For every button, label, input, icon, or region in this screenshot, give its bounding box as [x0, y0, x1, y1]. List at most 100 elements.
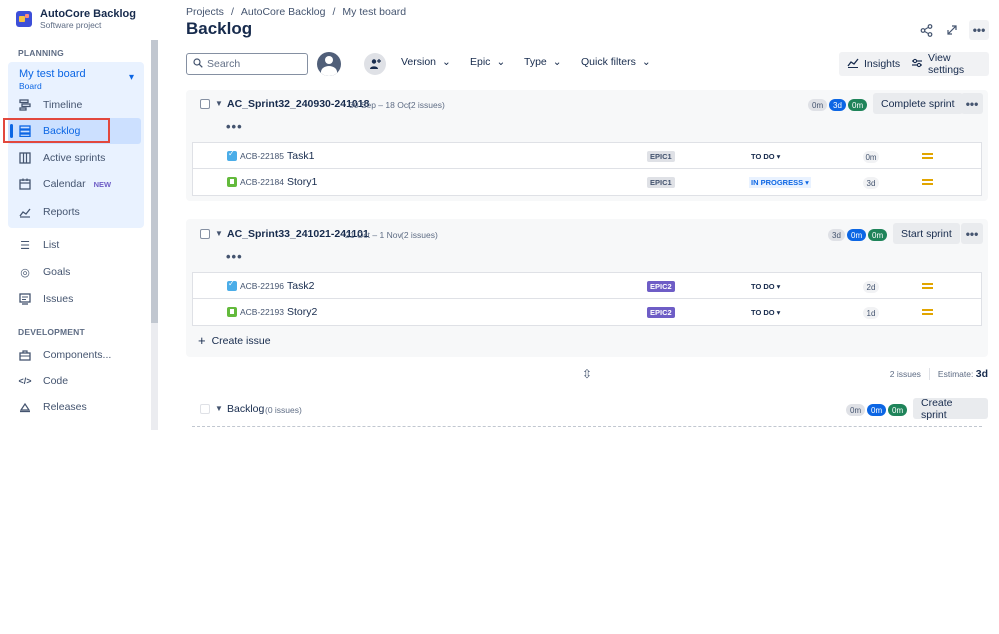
sprint-goal-ellipsis[interactable]: ••• [226, 119, 243, 134]
sidebar-item-components[interactable]: Components... [18, 345, 111, 365]
sprint-header[interactable]: ▼ AC_Sprint32_240930-241018 30 Sep – 18 … [186, 90, 988, 118]
goals-icon: ◎ [20, 266, 30, 279]
story-points: 3d [863, 177, 879, 189]
chevron-down-icon[interactable]: ▼ [215, 229, 223, 238]
issue-key[interactable]: ACB-22184 [240, 177, 284, 187]
sidebar-item-label: Code [43, 375, 69, 387]
issue-key[interactable]: ACB-22193 [240, 307, 284, 317]
issue-row[interactable]: ACB-22196 Task2 EPIC2 TO DO▾ 2d [192, 272, 982, 299]
more-icon[interactable]: ••• [961, 93, 983, 114]
sidebar-item-goals[interactable]: ◎ Goals [18, 262, 70, 282]
version-filter[interactable]: Version ⌄ [401, 56, 451, 68]
complete-sprint-button[interactable]: Complete sprint [873, 93, 963, 114]
todo-estimate-pill: 3d [828, 229, 845, 241]
sidebar-item-timeline[interactable]: Timeline [18, 95, 82, 115]
sidebar-item-issues[interactable]: Issues [18, 289, 73, 309]
toolbar: Version ⌄ Epic ⌄ Type ⌄ Quick filters ⌄ Insi… [186, 52, 989, 76]
epic-filter[interactable]: Epic ⌄ [470, 56, 505, 68]
chevron-down-icon[interactable]: ▼ [215, 404, 223, 413]
sidebar-item-label: Reports [43, 206, 80, 218]
sidebar-item-list[interactable]: ☰ List [18, 235, 59, 255]
chevron-down-icon: ▾ [805, 178, 809, 187]
sprint-container: ▼ AC_Sprint32_240930-241018 30 Sep – 18 … [186, 90, 988, 201]
create-issue-label: Create issue [211, 334, 271, 347]
sidebar-item-calendar[interactable]: Calendar NEW [18, 174, 111, 194]
breadcrumb-projects[interactable]: Projects [186, 6, 224, 18]
inprogress-estimate-pill: 0m [867, 404, 887, 416]
status-dropdown[interactable]: IN PROGRESS ▾ [749, 177, 811, 188]
estimate-label: Estimate: [937, 369, 974, 379]
epic-lozenge: EPIC2 [647, 307, 675, 318]
board-type: Board [19, 81, 42, 91]
project-name: AutoCore Backlog [40, 8, 136, 20]
sidebar-item-label: Goals [43, 266, 71, 278]
components-icon [18, 348, 32, 362]
status-label: TO DO [751, 152, 775, 161]
sidebar-item-code[interactable]: </> Code [18, 371, 68, 391]
create-sprint-button[interactable]: Create sprint [913, 397, 988, 421]
filter-label: Quick filters [581, 56, 636, 68]
sidebar-item-label: Releases [43, 401, 87, 413]
breadcrumb-board[interactable]: My test board [342, 6, 406, 18]
quick-filters[interactable]: Quick filters ⌄ [581, 56, 651, 68]
breadcrumb-project[interactable]: AutoCore Backlog [241, 6, 326, 18]
sidebar-item-active-sprints[interactable]: Active sprints [18, 148, 105, 168]
epic-lozenge: EPIC1 [647, 177, 675, 188]
add-people-icon[interactable] [364, 53, 386, 75]
issue-key[interactable]: ACB-22196 [240, 281, 284, 291]
calendar-icon [18, 177, 32, 191]
issue-row[interactable]: ACB-22185 Task1 EPIC1 TO DO▾ 0m [192, 142, 982, 169]
chevron-down-icon[interactable]: ▼ [215, 99, 223, 108]
breadcrumb-separator: / [332, 6, 336, 18]
sprint-header[interactable]: ▼ AC_Sprint33_241021-241101 21 Oct – 1 N… [186, 219, 988, 247]
sidebar-item-label: Timeline [43, 99, 83, 111]
board-switcher[interactable]: My test board [19, 68, 86, 80]
sprint-dates: 30 Sep – 18 Oct [349, 100, 411, 110]
more-actions-icon[interactable]: ••• [969, 20, 989, 40]
insights-label: Insights [864, 58, 901, 70]
sprint-checkbox[interactable] [200, 229, 210, 239]
sidebar-item-label: Issues [43, 293, 74, 305]
sidebar-item-reports[interactable]: Reports [18, 202, 80, 222]
search-field[interactable] [186, 53, 308, 75]
epic-lozenge: EPIC2 [647, 281, 675, 292]
type-filter[interactable]: Type ⌄ [524, 56, 562, 68]
priority-medium-icon [922, 177, 933, 186]
more-icon[interactable]: ••• [961, 223, 983, 244]
todo-estimate-pill: 0m [808, 99, 828, 111]
insights-button[interactable]: Insights [839, 52, 909, 76]
sprint-issue-count: (2 issues) [401, 230, 438, 240]
project-header[interactable]: AutoCore Backlog Software project [16, 8, 136, 30]
planning-label: PLANNING [18, 48, 64, 58]
backlog-checkbox[interactable] [200, 404, 210, 414]
search-input[interactable] [207, 58, 302, 70]
backlog-name: Backlog [227, 403, 265, 415]
issue-row[interactable]: ACB-22193 Story2 EPIC2 TO DO ▾ 1d [192, 299, 982, 326]
sidebar-item-label: List [43, 239, 60, 251]
sidebar-item-label: Calendar [43, 178, 86, 190]
drag-handle-icon[interactable]: ⇳ [582, 367, 592, 381]
issue-row[interactable]: ACB-22184 Story1 EPIC1 IN PROGRESS ▾ 3d [192, 169, 982, 196]
issue-summary: Story2 [287, 306, 318, 318]
status-dropdown[interactable]: TO DO ▾ [749, 307, 782, 318]
issue-key[interactable]: ACB-22185 [240, 151, 284, 161]
board-icon [18, 151, 32, 165]
sidebar-scrollbar[interactable] [151, 40, 158, 323]
sidebar-item-releases[interactable]: Releases [18, 397, 87, 417]
status-dropdown[interactable]: TO DO ▾ [749, 281, 782, 292]
start-sprint-button[interactable]: Start sprint [893, 223, 960, 244]
avatar[interactable] [317, 52, 341, 76]
code-icon: </> [18, 376, 32, 386]
todo-estimate-pill: 0m [846, 404, 866, 416]
status-dropdown[interactable]: TO DO ▾ [749, 151, 782, 162]
story-icon [227, 177, 237, 187]
expand-icon[interactable] [943, 21, 961, 39]
create-issue-button[interactable]: + Create issue [198, 333, 271, 348]
view-settings-button[interactable]: View settings [903, 52, 989, 76]
story-icon [227, 307, 237, 317]
sprint-checkbox[interactable] [200, 99, 210, 109]
chevron-down-icon[interactable]: ▾ [129, 72, 134, 83]
done-estimate-pill: 0m [868, 229, 888, 241]
sprint-goal-ellipsis[interactable]: ••• [226, 249, 243, 264]
share-icon[interactable] [917, 21, 935, 39]
